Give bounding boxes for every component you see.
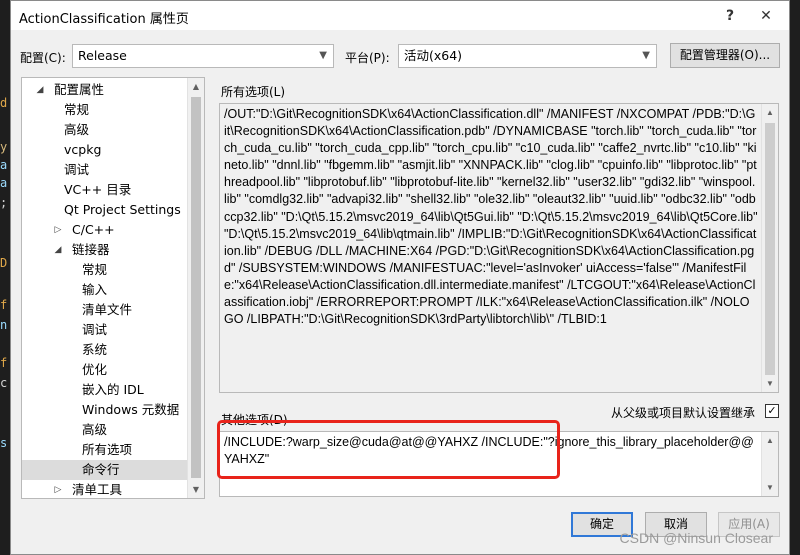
platform-label: 平台(P): — [345, 51, 390, 65]
tree-item-label: 所有选项 — [82, 442, 133, 457]
tree-item[interactable]: 常规 — [22, 260, 188, 280]
tree-item[interactable]: 所有选项 — [22, 440, 188, 460]
collapse-triangle-icon[interactable]: ◢ — [52, 240, 64, 260]
tree-item[interactable]: ▷ 清单工具 — [22, 480, 188, 498]
tree-item-label: 嵌入的 IDL — [82, 382, 144, 397]
configuration-dropdown[interactable]: Release ▼ — [72, 44, 334, 68]
chevron-down-icon: ▼ — [642, 50, 650, 61]
tree-list: ◢ 配置属性 常规 高级 vcpkg 调试 VC++ 目录 Qt Project Settin… — [22, 80, 188, 498]
all-options-scrollbar[interactable]: ▲ ▼ — [761, 104, 778, 392]
inherit-label: 从父级或项目默认设置继承 — [611, 406, 756, 420]
configuration-value: Release — [78, 48, 127, 63]
tree-item[interactable]: VC++ 目录 — [22, 180, 188, 200]
tree-item[interactable]: 嵌入的 IDL — [22, 380, 188, 400]
tree-item-label: Qt Project Settings — [64, 202, 181, 217]
tree-item-label: 调试 — [64, 162, 90, 177]
configuration-manager-button[interactable]: 配置管理器(O)... — [670, 43, 780, 68]
tree-item-label: 清单文件 — [82, 302, 133, 317]
property-tree[interactable]: ◢ 配置属性 常规 高级 vcpkg 调试 VC++ 目录 Qt Project Settin… — [21, 77, 205, 499]
tree-item[interactable]: 调试 — [22, 320, 188, 340]
scroll-up-icon[interactable]: ▲ — [188, 78, 204, 95]
tree-item[interactable]: Windows 元数据 — [22, 400, 188, 420]
other-options-scrollbar[interactable]: ▲ ▼ — [761, 432, 778, 496]
tree-item-label: 优化 — [82, 362, 108, 377]
scroll-up-icon[interactable]: ▲ — [762, 104, 778, 121]
tree-item[interactable]: ◢ 链接器 — [22, 240, 188, 260]
tree-item[interactable]: 清单文件 — [22, 300, 188, 320]
tree-item-label: VC++ 目录 — [64, 182, 132, 197]
tree-item[interactable]: ◢ 配置属性 — [22, 80, 188, 100]
configuration-label: 配置(C): — [20, 51, 66, 65]
all-options-text: /OUT:"D:\Git\RecognitionSDK\x64\ActionCl… — [224, 107, 758, 327]
background-editor-right — [790, 30, 800, 555]
all-options-label: 所有选项(L) — [221, 85, 286, 99]
background-editor: d y a a ; D f n f c s — [0, 0, 10, 555]
dialog-title: ActionClassification 属性页 — [19, 12, 189, 27]
title-bar: ActionClassification 属性页 ? ✕ — [11, 1, 789, 31]
tree-item-label: 调试 — [82, 322, 108, 337]
chevron-down-icon: ▼ — [319, 50, 327, 61]
tree-item-label: 常规 — [64, 102, 90, 117]
tree-item[interactable]: 系统 — [22, 340, 188, 360]
tree-item-label: 高级 — [64, 122, 90, 137]
tree-item-label: 链接器 — [72, 242, 110, 257]
tree-item-label: 常规 — [82, 262, 108, 277]
annotation-highlight-box — [217, 420, 560, 479]
tree-item-label: 系统 — [82, 342, 108, 357]
tree-item[interactable]: 高级 — [22, 420, 188, 440]
tree-item-label: Windows 元数据 — [82, 402, 180, 417]
all-options-textbox[interactable]: /OUT:"D:\Git\RecognitionSDK\x64\ActionCl… — [219, 103, 779, 393]
scroll-down-icon[interactable]: ▼ — [762, 375, 778, 392]
inherit-checkbox[interactable]: ✓ — [765, 404, 779, 418]
help-button[interactable]: ? — [719, 5, 741, 27]
tree-item-label: 输入 — [82, 282, 108, 297]
scroll-up-icon[interactable]: ▲ — [762, 432, 778, 449]
tree-item[interactable]: 输入 — [22, 280, 188, 300]
expand-triangle-icon[interactable]: ▷ — [52, 480, 64, 498]
scroll-down-icon[interactable]: ▼ — [188, 481, 204, 498]
tree-item[interactable]: 命令行 — [22, 460, 188, 480]
scrollbar-thumb[interactable] — [765, 123, 775, 375]
tree-item[interactable]: 调试 — [22, 160, 188, 180]
tree-item-label: 命令行 — [82, 462, 120, 477]
expand-triangle-icon[interactable]: ▷ — [52, 220, 64, 240]
tree-item-label: vcpkg — [64, 142, 102, 157]
tree-item-label: 清单工具 — [72, 482, 123, 497]
platform-dropdown[interactable]: 活动(x64) ▼ — [398, 44, 657, 68]
collapse-triangle-icon[interactable]: ◢ — [34, 80, 46, 100]
platform-value: 活动(x64) — [404, 48, 463, 63]
watermark: CSDN @Ninsun Closear — [619, 530, 773, 546]
tree-item[interactable]: 高级 — [22, 120, 188, 140]
tree-item[interactable]: 常规 — [22, 100, 188, 120]
scrollbar-thumb[interactable] — [191, 97, 201, 478]
tree-item[interactable]: 优化 — [22, 360, 188, 380]
close-button[interactable]: ✕ — [755, 5, 777, 27]
property-pages-dialog: ActionClassification 属性页 ? ✕ 配置(C): Rele… — [10, 0, 790, 555]
tree-item-label: 高级 — [82, 422, 108, 437]
tree-item[interactable]: ▷ C/C++ — [22, 220, 188, 240]
tree-scrollbar[interactable]: ▲ ▼ — [187, 78, 204, 498]
scroll-down-icon[interactable]: ▼ — [762, 479, 778, 496]
tree-item[interactable]: Qt Project Settings — [22, 200, 188, 220]
tree-item-label: C/C++ — [72, 222, 115, 237]
tree-item-label: 配置属性 — [54, 82, 105, 97]
tree-item[interactable]: vcpkg — [22, 140, 188, 160]
